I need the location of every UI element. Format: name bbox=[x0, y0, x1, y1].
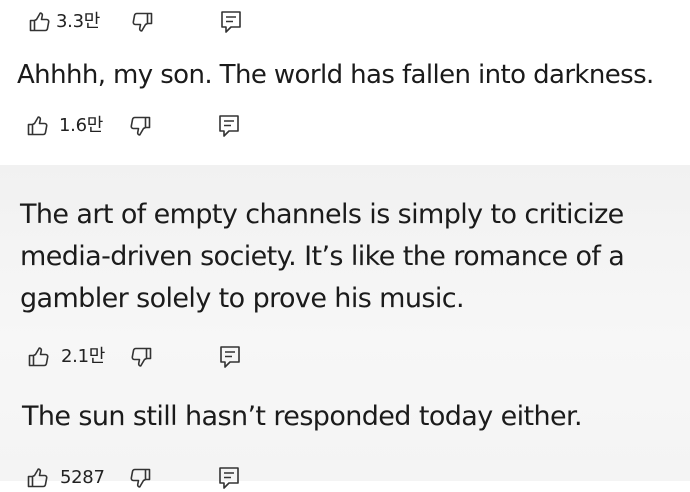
thumbs-down-icon bbox=[131, 347, 152, 367]
comment-text-line: The art of empty channels is simply to c… bbox=[20, 199, 624, 230]
like-button[interactable] bbox=[28, 8, 52, 36]
like-count: 2.1만 bbox=[61, 346, 105, 367]
reply-button[interactable] bbox=[217, 112, 241, 140]
thumbs-up-icon bbox=[27, 468, 48, 488]
comment-actions-row: 1.6만 bbox=[0, 112, 690, 140]
like-button[interactable] bbox=[26, 464, 50, 492]
screenshot-top-panel: 3.3만 Ahhhh, my son. The world has fallen… bbox=[0, 0, 690, 165]
dislike-button[interactable] bbox=[130, 8, 154, 36]
dislike-button[interactable] bbox=[129, 343, 153, 371]
comment-actions-row: 3.3만 bbox=[0, 8, 690, 36]
comment-actions-row: 5287 bbox=[0, 464, 690, 492]
thumbs-down-icon bbox=[130, 116, 151, 136]
dislike-button[interactable] bbox=[128, 112, 152, 140]
comment-text: The art of empty channels is simply to c… bbox=[20, 194, 685, 320]
comment-text-line: media-driven society. It’s like the roma… bbox=[20, 241, 625, 272]
like-button[interactable] bbox=[26, 112, 50, 140]
reply-button[interactable] bbox=[218, 343, 242, 371]
comment-text: The sun still hasn’t responded today eit… bbox=[22, 401, 583, 432]
thumbs-up-icon bbox=[29, 12, 50, 32]
thumbs-up-icon bbox=[27, 116, 48, 136]
reply-icon bbox=[219, 115, 239, 137]
reply-button[interactable] bbox=[219, 8, 243, 36]
comment-actions-row: 2.1만 bbox=[0, 343, 690, 371]
like-count: 5287 bbox=[60, 467, 105, 488]
thumbs-down-icon bbox=[130, 468, 151, 488]
like-button[interactable] bbox=[27, 343, 51, 371]
comment-text: Ahhhh, my son. The world has fallen into… bbox=[17, 60, 654, 90]
thumbs-up-icon bbox=[28, 347, 49, 367]
reply-button[interactable] bbox=[217, 464, 241, 492]
dislike-button[interactable] bbox=[128, 464, 152, 492]
reply-icon bbox=[219, 467, 239, 489]
like-count: 1.6만 bbox=[59, 115, 103, 136]
like-count: 3.3만 bbox=[56, 11, 100, 32]
reply-icon bbox=[220, 346, 240, 368]
comment-text-line: gambler solely to prove his music. bbox=[20, 283, 465, 314]
reply-icon bbox=[221, 11, 241, 33]
thumbs-down-icon bbox=[132, 12, 153, 32]
